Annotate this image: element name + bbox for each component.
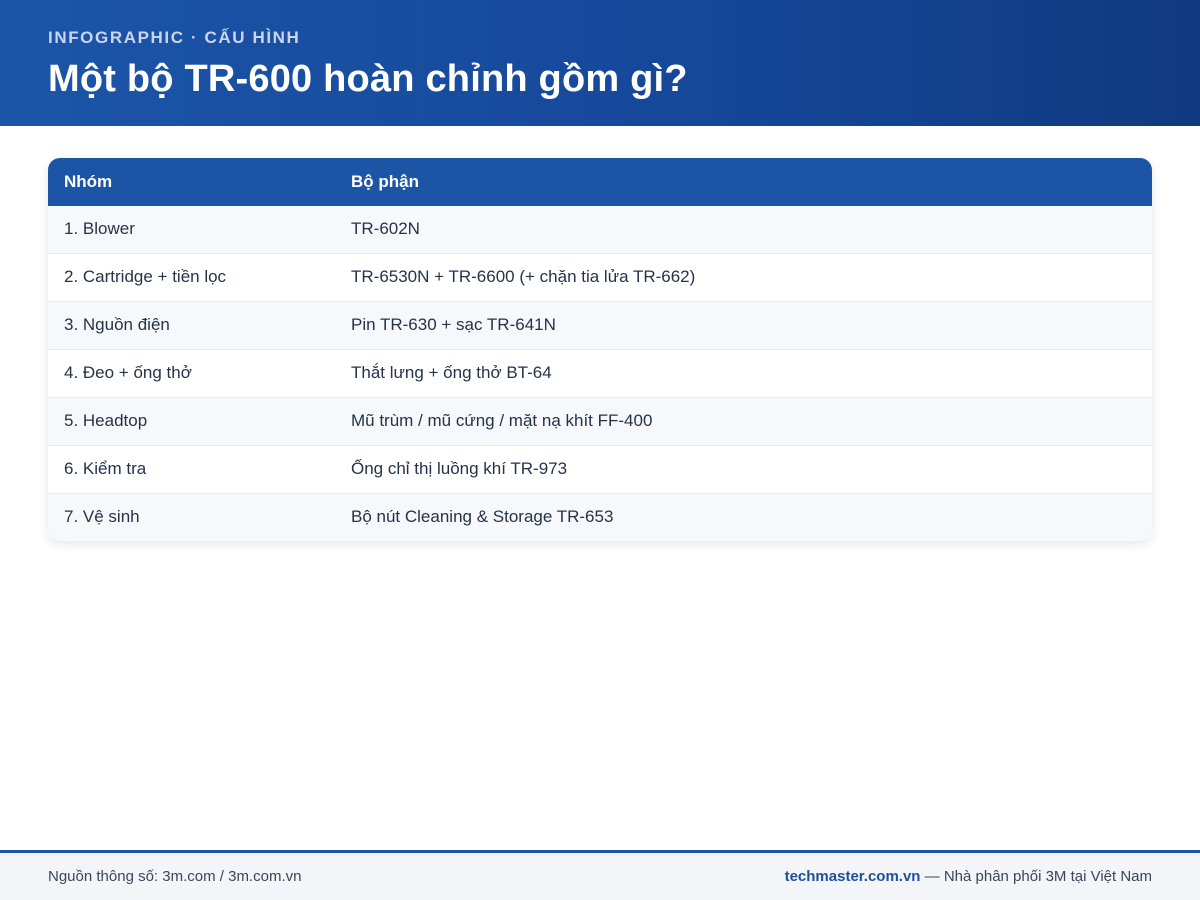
row-parts-cell: TR-6530N + TR-6600 (+ chặn tia lửa TR-66… [351,267,696,286]
row-parts-cell: TR-602N [351,219,420,239]
row-group-cell: 4. Đeo + ống thở [64,363,192,382]
row-group-cell: 7. Vệ sinh [64,507,140,527]
table-row: 2. Cartridge + tiền lọc TR-6530N + TR-66… [48,253,1152,301]
components-table: Nhóm Bộ phận 1. Blower TR-602N 2. Cartri… [48,158,1152,541]
page-title: Một bộ TR-600 hoàn chỉnh gồm gì? [48,58,688,100]
table-row: 5. Headtop Mũ trùm / mũ cứng / mặt nạ kh… [48,397,1152,445]
row-group-cell: 5. Headtop [64,411,148,430]
components-table-card: Nhóm Bộ phận 1. Blower TR-602N 2. Cartri… [48,158,1152,541]
row-parts-cell: Ống chỉ thị luồng khí TR-973 [351,459,568,478]
table-row: 7. Vệ sinh Bộ nút Cleaning & Storage TR-… [48,493,1152,541]
row-parts-cell: Pin TR-630 + sạc TR-641N [351,315,556,334]
header-banner: INFOGRAPHIC · CẤU HÌNH Một bộ TR-600 hoà… [0,0,1200,126]
table-header-row: Nhóm Bộ phận [48,158,1152,206]
column-header-parts: Bộ phận [351,172,419,191]
footer-bar: Nguồn thông số: 3m.com / 3m.com.vn techm… [0,850,1200,900]
footer-credit: techmaster.com.vn — Nhà phân phối 3M tại… [785,868,1152,885]
row-group-cell: 1. Blower [64,219,135,239]
column-header-group: Nhóm [64,172,113,191]
row-parts-cell: Bộ nút Cleaning & Storage TR-653 [351,507,614,527]
row-group-cell: 2. Cartridge + tiền lọc [64,267,227,286]
table-row: 1. Blower TR-602N [48,206,1152,253]
footer-tagline: — Nhà phân phối 3M tại Việt Nam [920,868,1152,885]
row-group-cell: 6. Kiểm tra [64,459,147,478]
header-kicker: INFOGRAPHIC · CẤU HÌNH [48,28,301,47]
footer-source: Nguồn thông số: 3m.com / 3m.com.vn [48,868,302,885]
table-row: 6. Kiểm tra Ống chỉ thị luồng khí TR-973 [48,445,1152,493]
footer-brand-link[interactable]: techmaster.com.vn [785,868,921,885]
row-parts-cell: Mũ trùm / mũ cứng / mặt nạ khít FF-400 [351,411,653,430]
row-parts-cell: Thắt lưng + ống thở BT-64 [351,363,552,382]
row-group-cell: 3. Nguồn điện [64,315,170,334]
table-row: 3. Nguồn điện Pin TR-630 + sạc TR-641N [48,301,1152,349]
table-row: 4. Đeo + ống thở Thắt lưng + ống thở BT-… [48,349,1152,397]
